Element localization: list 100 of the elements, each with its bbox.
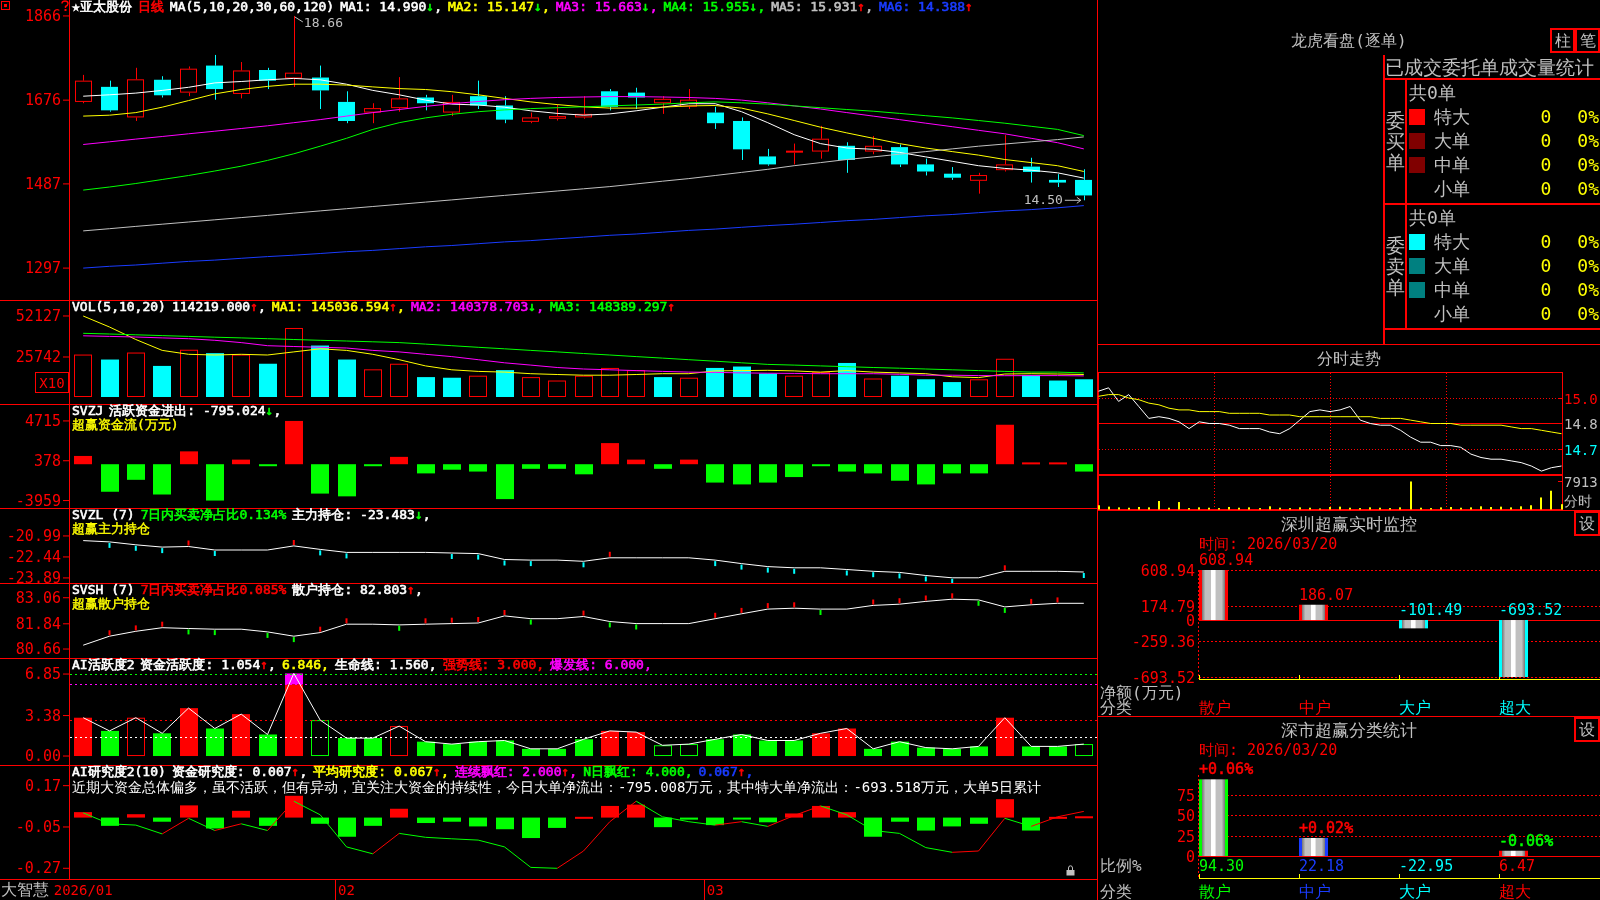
brand-name: 大智慧 bbox=[1, 880, 49, 900]
research-bar bbox=[654, 817, 672, 828]
leader-line bbox=[294, 16, 304, 23]
research-bar bbox=[970, 817, 988, 824]
chart-legend-text: 7日内买卖净占比0.134% bbox=[140, 508, 287, 522]
chart-legend-text: MA(5,10,20,30,60,120) bbox=[169, 0, 335, 14]
fund-flow-bar bbox=[891, 464, 909, 481]
change-marker bbox=[924, 595, 927, 601]
axis-tick-label: 15.0 bbox=[1564, 390, 1598, 407]
date-label: 02 bbox=[338, 882, 355, 898]
candlestick bbox=[549, 104, 566, 122]
change-marker bbox=[872, 572, 875, 578]
candlestick bbox=[970, 172, 987, 195]
date-label: 2026/01 bbox=[53, 882, 113, 898]
research-bar bbox=[127, 814, 145, 818]
axis-tick-label: 81.84 bbox=[15, 614, 61, 633]
chart-legend-text: MA3: 15.663↓, bbox=[555, 0, 658, 14]
candlestick bbox=[786, 143, 803, 165]
axis-tick-label: -0.05 bbox=[15, 818, 61, 836]
panel-title: 深市超赢分类统计 bbox=[1281, 719, 1417, 740]
candlestick bbox=[75, 74, 92, 104]
candlestick bbox=[628, 87, 645, 110]
fund-flow-bar bbox=[364, 464, 382, 467]
change-marker bbox=[635, 624, 638, 630]
order-total: 共0单 bbox=[1409, 83, 1456, 103]
fund-flow-bar bbox=[74, 455, 92, 465]
axis-tick-label: 50 bbox=[1176, 806, 1195, 825]
axis-tick-label: 608.94 bbox=[1140, 561, 1195, 580]
group-label: 委买单 bbox=[1385, 110, 1405, 173]
change-marker bbox=[740, 564, 743, 570]
change-label: +0.02% bbox=[1299, 818, 1354, 837]
candlestick bbox=[1075, 168, 1092, 201]
timestamp: 时间: 2026/03/20 bbox=[1199, 742, 1338, 758]
research-bar bbox=[259, 817, 277, 826]
fund-flow-bar bbox=[417, 464, 435, 474]
order-share: 0% bbox=[1577, 280, 1600, 300]
axis-tick-label: -20.99 bbox=[6, 526, 61, 545]
order-share: 0% bbox=[1577, 131, 1600, 151]
panel-title: 分时走势 bbox=[1317, 348, 1381, 369]
chart-legend-text: MA5: 15.931↑, bbox=[771, 0, 873, 14]
change-marker bbox=[1003, 565, 1006, 571]
candlestick bbox=[522, 112, 539, 124]
research-bar bbox=[180, 805, 198, 818]
research-bar bbox=[311, 817, 329, 824]
candlestick bbox=[338, 90, 355, 124]
fund-flow-bar bbox=[785, 464, 803, 478]
candlestick bbox=[654, 95, 671, 115]
axis-tick-label: 6.85 bbox=[24, 665, 61, 684]
candlestick bbox=[312, 65, 329, 110]
axis-title: 比例% bbox=[1100, 856, 1142, 875]
candlestick bbox=[443, 94, 460, 117]
indicator-subtitle: 超赢散户持仓 bbox=[72, 597, 150, 611]
axis-tick-label: 3.38 bbox=[24, 706, 61, 725]
research-bar bbox=[575, 816, 593, 819]
change-marker bbox=[187, 540, 190, 546]
chart-mode-button[interactable]: 柱 bbox=[1550, 28, 1575, 53]
order-size-label: 小单 bbox=[1434, 179, 1470, 199]
axis-tick-label: -259.36 bbox=[1131, 632, 1195, 651]
chart-legend-text: 114219.000↑, bbox=[171, 300, 266, 314]
chart-legend-text: SVZJ bbox=[72, 404, 104, 418]
research-bar bbox=[206, 817, 224, 829]
chart-legend-text: 散户持仓: 82.803↑, bbox=[292, 583, 423, 597]
chart-legend-text: MA2: 140378.703↓, bbox=[410, 300, 544, 314]
chart-mode-button[interactable]: 笔 bbox=[1575, 28, 1600, 53]
arrow-icon bbox=[1064, 196, 1082, 204]
axis-tick-label: 7913 bbox=[1564, 475, 1598, 490]
research-bar bbox=[469, 817, 487, 827]
research-bar bbox=[1075, 816, 1093, 819]
fund-flow-bar bbox=[101, 464, 119, 492]
chart-legend-text: MA1: 14.990↓, bbox=[340, 0, 442, 14]
change-marker bbox=[766, 567, 769, 573]
order-count: 0 bbox=[1540, 107, 1552, 127]
order-size-label: 中单 bbox=[1434, 155, 1470, 175]
axis-tick-label: 378 bbox=[33, 451, 61, 470]
axis-tick-label: 0 bbox=[1185, 847, 1195, 866]
change-marker bbox=[714, 561, 717, 567]
settings-button[interactable]: 设 bbox=[1574, 511, 1600, 536]
order-count: 0 bbox=[1540, 256, 1552, 276]
candlestick bbox=[865, 135, 882, 155]
settings-button[interactable]: 设 bbox=[1574, 717, 1600, 742]
price-annotation: 14.50 bbox=[1023, 192, 1063, 208]
research-bar bbox=[496, 817, 514, 830]
flow-bar bbox=[1299, 604, 1328, 621]
candlestick bbox=[759, 148, 776, 167]
chart-legend-text: MA6: 14.388↑ bbox=[878, 0, 973, 14]
bar-value-label: 6.47 bbox=[1499, 857, 1536, 875]
change-marker bbox=[1082, 573, 1085, 578]
change-marker bbox=[398, 625, 401, 631]
axis-tick-label: 1487 bbox=[24, 174, 61, 193]
fund-flow-bar bbox=[680, 459, 698, 465]
indicator-subtitle: 超赢主力持仓 bbox=[72, 522, 150, 536]
candlestick bbox=[680, 88, 697, 110]
table-heading: 已成交委托单成交量统计 bbox=[1385, 55, 1594, 78]
research-bar bbox=[680, 817, 698, 820]
fund-flow-bar bbox=[1049, 462, 1067, 465]
change-marker bbox=[424, 618, 427, 624]
category-label: 大户 bbox=[1399, 698, 1431, 716]
chart-legend-text: 活跃资金进出: -795.024↓, bbox=[109, 404, 282, 418]
change-marker bbox=[503, 610, 506, 615]
candlestick bbox=[154, 75, 171, 98]
